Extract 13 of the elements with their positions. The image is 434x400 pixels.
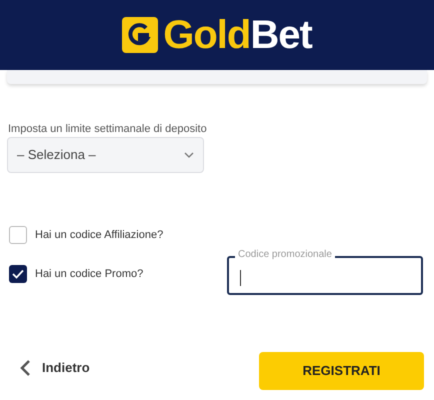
promo-field-label: Codice promozionale [235,250,335,260]
logo-wordmark: GoldBet [163,15,312,55]
field-label: Imposta un limite settimanale di deposito [8,122,207,137]
checkbox-label: Hai un codice Affiliazione? [35,228,164,243]
register-button[interactable]: REGISTRATI [259,352,424,390]
deposit-select[interactable]: – Seleziona – [7,137,204,173]
checkbox[interactable] [9,265,27,283]
logo-icon [122,17,158,53]
back-link[interactable]: Indietro [42,358,90,378]
chevron-down-icon [184,152,194,158]
checkbox-label: Hai un codice Promo? [35,266,144,282]
checkbox[interactable] [9,226,27,244]
back-chevron-icon[interactable] [18,358,32,377]
